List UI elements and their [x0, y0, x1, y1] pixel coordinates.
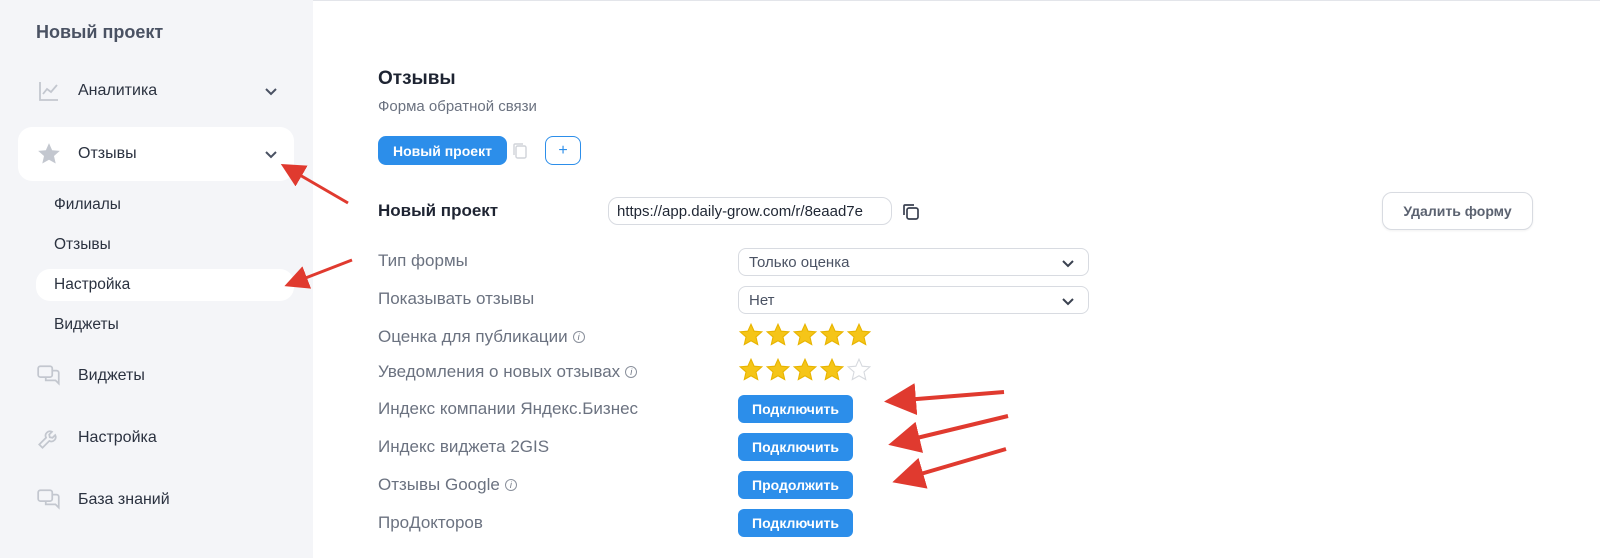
sidebar-item-label: Аналитика [78, 82, 158, 99]
chevron-down-icon [1060, 293, 1076, 309]
chat-icon [36, 487, 62, 513]
google-label: Отзывы Google i [378, 475, 517, 495]
star-icon [36, 141, 62, 167]
sidebar-subitem-widgets[interactable]: Виджеты [36, 309, 294, 341]
prodoctorov-connect-button[interactable]: Подключить [738, 509, 854, 537]
delete-form-button[interactable]: Удалить форму [1382, 192, 1533, 230]
sidebar-item-settings[interactable]: Настройка [18, 411, 294, 465]
sidebar-subitem-reviews[interactable]: Отзывы [36, 229, 294, 261]
info-icon[interactable]: i [504, 479, 517, 491]
star-filled-icon[interactable] [765, 357, 791, 383]
sidebar-item-label: Отзывы [78, 145, 137, 162]
chevron-down-icon [1060, 255, 1076, 271]
star-filled-icon[interactable] [765, 322, 791, 348]
form-url-field[interactable]: https://app.daily-grow.com/r/8eaad7e [608, 197, 892, 225]
sidebar-subitem-settings[interactable]: Настройка [36, 269, 294, 301]
sidebar-item-label: Настройка [78, 429, 157, 446]
select-value: Нет [749, 291, 775, 309]
google-continue-button[interactable]: Продолжить [738, 471, 853, 499]
star-filled-icon[interactable] [846, 322, 872, 348]
chevron-down-icon[interactable] [262, 82, 280, 100]
arrow [892, 447, 1007, 489]
star-filled-icon[interactable] [819, 357, 845, 383]
star-filled-icon[interactable] [738, 322, 764, 348]
notify-new-stars[interactable] [738, 357, 872, 383]
show-reviews-label: Показывать отзывы [378, 289, 535, 308]
copy-icon[interactable] [512, 142, 528, 160]
chart-line-icon [36, 78, 62, 104]
info-icon[interactable]: i [625, 366, 638, 378]
arrow [888, 414, 1009, 453]
sidebar-item-knowledge-base[interactable]: База знаний [18, 473, 294, 527]
sidebar-item-analytics[interactable]: Аналитика [18, 64, 294, 118]
prodoctorov-label: ПроДокторов [378, 513, 483, 532]
yandex-connect-button[interactable]: Подключить [738, 395, 854, 423]
page-subtitle: Форма обратной связи [378, 98, 537, 115]
twogis-connect-button[interactable]: Подключить [738, 433, 854, 461]
star-filled-icon[interactable] [792, 357, 818, 383]
sidebar-item-label: База знаний [78, 491, 170, 508]
copy-icon[interactable] [901, 202, 921, 222]
form-type-label: Тип формы [378, 251, 468, 270]
form-type-select[interactable]: Только оценка [738, 248, 1089, 276]
sidebar-item-label: Виджеты [78, 367, 145, 384]
page-title: Отзывы [378, 68, 456, 89]
wrench-icon [36, 425, 62, 451]
arrow [884, 383, 1005, 416]
info-icon[interactable]: i [572, 331, 585, 343]
show-reviews-select[interactable]: Нет [738, 286, 1089, 314]
add-project-button[interactable]: + [545, 136, 581, 165]
yandex-label: Индекс компании Яндекс.Бизнес [378, 399, 639, 418]
sidebar-subitem-branches[interactable]: Филиалы [36, 189, 294, 221]
publish-rating-label: Оценка для публикации i [378, 327, 585, 347]
sidebar-item-widgets[interactable]: Виджеты [18, 349, 294, 403]
notify-new-label: Уведомления о новых отзывах i [378, 362, 638, 382]
star-filled-icon[interactable] [792, 322, 818, 348]
chat-icon [36, 363, 62, 389]
sidebar: Новый проект Аналитика Отзывы Филиалы От… [0, 0, 313, 558]
publish-rating-stars[interactable] [738, 322, 872, 348]
project-tab-button[interactable]: Новый проект [378, 136, 507, 165]
star-filled-icon[interactable] [819, 322, 845, 348]
twogis-label: Индекс виджета 2GIS [378, 437, 550, 456]
project-name: Новый проект [378, 201, 499, 220]
sidebar-item-reviews[interactable]: Отзывы [18, 127, 294, 181]
star-empty-icon[interactable] [846, 357, 872, 383]
top-divider [313, 0, 1600, 1]
chevron-down-icon[interactable] [262, 145, 280, 163]
select-value: Только оценка [749, 253, 850, 271]
project-title: Новый проект [36, 22, 164, 42]
star-filled-icon[interactable] [738, 357, 764, 383]
